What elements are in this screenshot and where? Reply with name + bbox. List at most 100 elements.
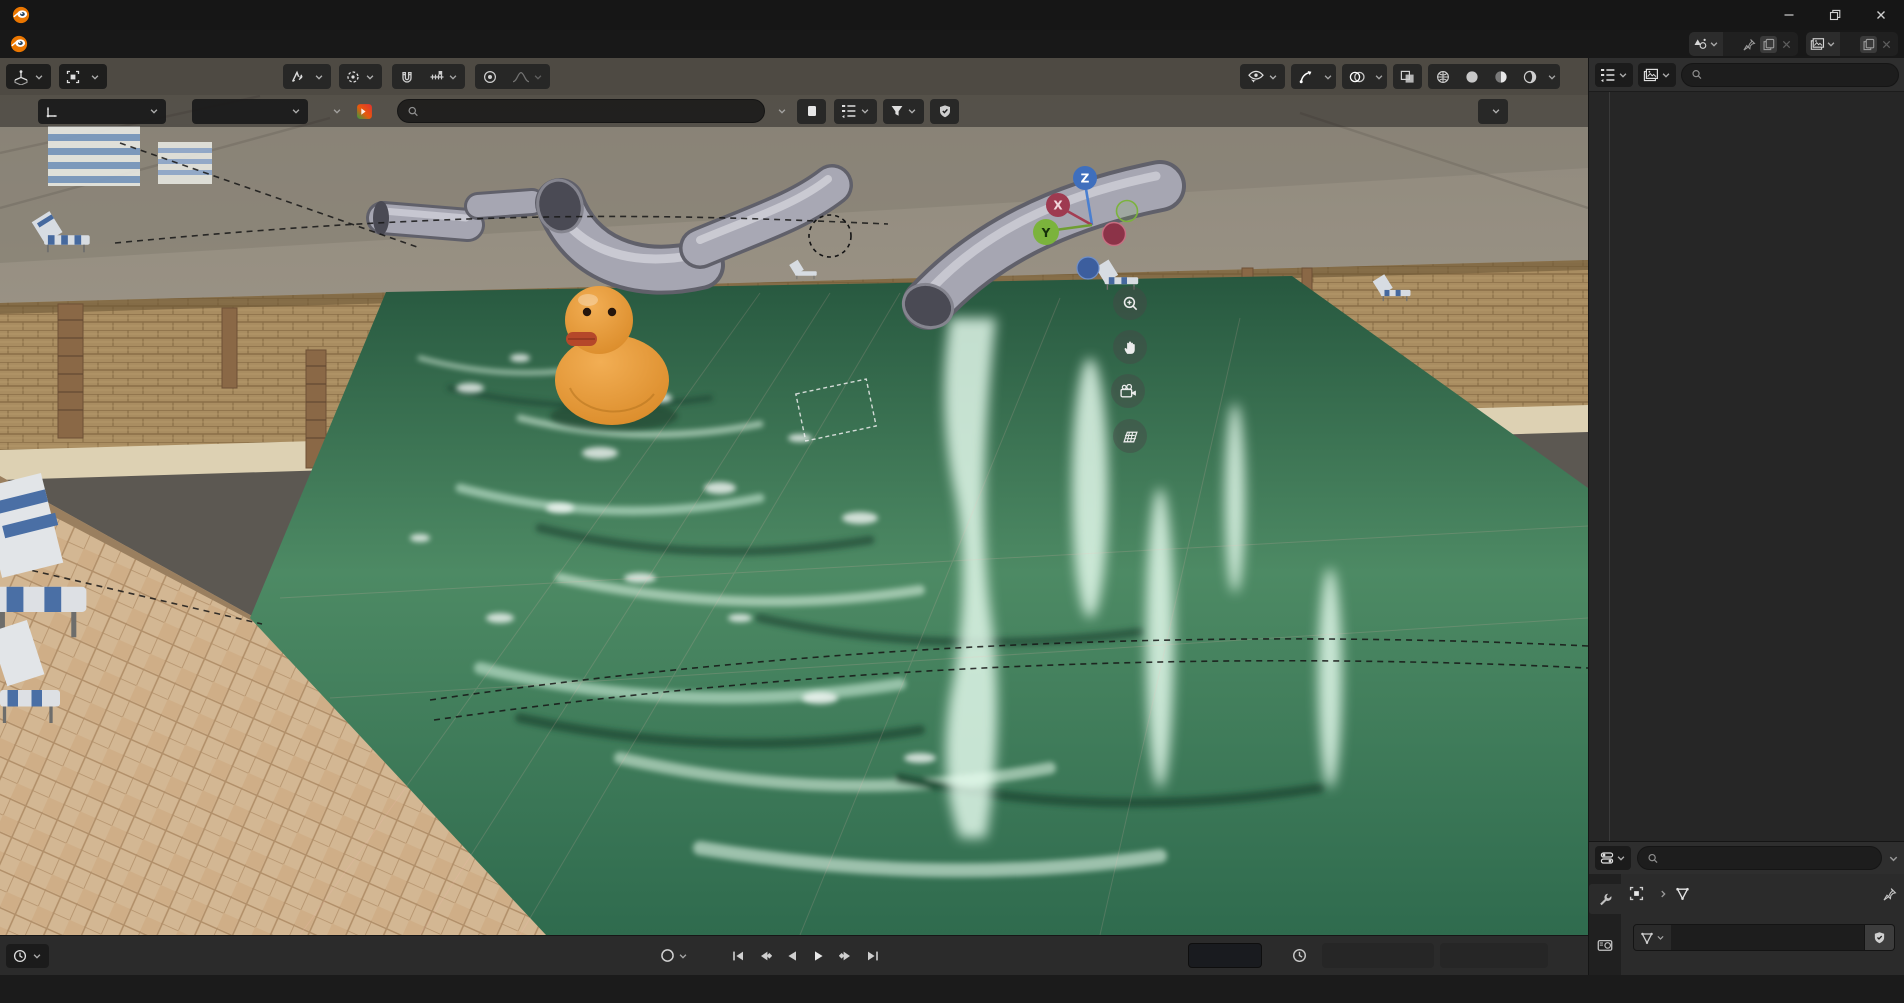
chevron-down-icon	[149, 106, 159, 116]
snap-target-dropdown[interactable]	[421, 64, 465, 89]
scene-selector[interactable]	[1689, 32, 1798, 56]
pivot-point-dropdown[interactable]	[339, 64, 382, 89]
tab-render-properties[interactable]	[1589, 930, 1621, 960]
ortho-grid-button[interactable]	[1113, 419, 1147, 453]
chevron-down-icon	[90, 72, 100, 82]
fake-user-toggle[interactable]	[1865, 924, 1895, 951]
overlays-dropdown[interactable]	[1371, 64, 1387, 89]
new-scene-button[interactable]	[1760, 36, 1777, 53]
viewport-3d[interactable]: Z X Y	[0, 58, 1588, 935]
blender-menu-icon[interactable]	[10, 35, 28, 53]
chevron-down-icon	[1826, 39, 1836, 49]
titlebar	[0, 0, 1904, 30]
editor-type-button[interactable]	[6, 64, 51, 89]
blender-logo-icon	[12, 6, 30, 24]
asset-search-input[interactable]	[425, 104, 755, 118]
shading-wireframe-button[interactable]	[1428, 64, 1457, 89]
outliner-search-input[interactable]	[1709, 68, 1889, 82]
minimize-button[interactable]	[1766, 0, 1812, 30]
pan-hand-button[interactable]	[1113, 330, 1147, 364]
falloff-dropdown[interactable]	[504, 64, 550, 89]
object-icon	[1629, 886, 1644, 901]
chevron-down-icon	[34, 72, 44, 82]
shading-solid-button[interactable]	[1457, 64, 1486, 89]
transform-orientation-dropdown[interactable]	[283, 64, 331, 89]
outliner-scope-button[interactable]	[1638, 63, 1676, 87]
mode-dropdown[interactable]	[59, 64, 107, 89]
list-filter-icon	[1600, 68, 1616, 82]
search-icon	[407, 105, 419, 118]
shading-rendered-button[interactable]	[1515, 64, 1544, 89]
overlays-toggle[interactable]	[1342, 64, 1371, 89]
viewlayer-selector[interactable]	[1806, 32, 1898, 56]
frame-start-field[interactable]	[1322, 943, 1434, 968]
chevron-down-icon[interactable]	[332, 106, 342, 116]
properties-editor-type-button[interactable]	[1595, 846, 1631, 870]
snap-controls	[392, 64, 465, 89]
shading-material-button[interactable]	[1486, 64, 1515, 89]
gizmos-toggle[interactable]	[1291, 64, 1320, 89]
filter-box-toggle[interactable]	[797, 99, 826, 124]
record-icon[interactable]	[660, 948, 675, 963]
gizmo-controls	[1291, 64, 1336, 89]
restore-button[interactable]	[1812, 0, 1858, 30]
datablock-name-row	[1633, 924, 1895, 951]
photos-icon	[1643, 68, 1659, 82]
gizmo-dropdown[interactable]	[1320, 64, 1336, 89]
close-icon[interactable]	[1881, 39, 1892, 50]
datablock-name-field[interactable]	[1633, 924, 1865, 951]
wrench-icon	[1598, 892, 1613, 907]
frame-end-field[interactable]	[1440, 943, 1548, 968]
properties-header	[1589, 842, 1904, 874]
chevron-down-icon[interactable]	[678, 951, 688, 961]
close-icon[interactable]	[1781, 39, 1792, 50]
zoom-button[interactable]	[1113, 286, 1147, 320]
xray-toggle[interactable]	[1393, 64, 1422, 89]
pin-icon[interactable]	[1743, 38, 1756, 51]
jump-to-start-button[interactable]	[725, 944, 750, 968]
play-reverse-button[interactable]	[779, 944, 804, 968]
tab-tool-properties[interactable]	[1589, 884, 1621, 914]
filter-dropdown[interactable]	[883, 99, 924, 124]
blenderkit-icon[interactable]	[356, 103, 373, 120]
axis-icon	[45, 104, 59, 118]
svg-text:X: X	[1053, 199, 1063, 213]
close-button[interactable]	[1858, 0, 1904, 30]
play-button[interactable]	[806, 944, 831, 968]
shading-dropdown[interactable]	[1544, 64, 1560, 89]
jump-to-end-button[interactable]	[860, 944, 885, 968]
scene-render[interactable]	[0, 58, 1588, 935]
current-frame-field[interactable]	[1188, 943, 1262, 968]
snap-toggle[interactable]	[392, 64, 421, 89]
next-keyframe-button[interactable]	[833, 944, 858, 968]
mesh-datablock-selector[interactable]	[1634, 925, 1671, 950]
pin-icon[interactable]	[1883, 887, 1897, 901]
navigation-gizmo[interactable]: Z X Y	[1028, 158, 1158, 283]
tool-settings-bar	[0, 95, 1588, 127]
properties-search-input[interactable]	[1665, 851, 1872, 865]
options-dropdown[interactable]	[1478, 99, 1508, 124]
camera-view-button[interactable]	[1111, 374, 1145, 408]
chevron-down-icon	[1709, 39, 1719, 49]
verified-toggle[interactable]	[930, 99, 959, 124]
chevron-down-icon	[1491, 106, 1501, 116]
collection-filter-dropdown[interactable]	[834, 99, 877, 124]
asset-search[interactable]	[397, 99, 765, 123]
properties-search[interactable]	[1637, 846, 1882, 870]
show-gizmo-dropdown[interactable]	[1240, 64, 1285, 89]
orientation-dropdown[interactable]	[38, 99, 166, 124]
use-preview-range-toggle[interactable]	[1292, 948, 1307, 963]
proportional-edit-toggle[interactable]	[475, 64, 504, 89]
new-viewlayer-button[interactable]	[1860, 36, 1877, 53]
chevron-down-icon[interactable]	[1888, 853, 1899, 864]
drag-dropdown[interactable]	[192, 99, 308, 124]
chevron-down-icon	[291, 106, 301, 116]
chevron-down-icon[interactable]	[777, 106, 787, 116]
funnel-icon	[890, 104, 904, 118]
outliner-search[interactable]	[1681, 63, 1899, 87]
svg-text:Z: Z	[1081, 172, 1090, 186]
previous-keyframe-button[interactable]	[752, 944, 777, 968]
shield-icon	[1873, 931, 1886, 944]
timeline-editor-type-button[interactable]	[6, 944, 49, 968]
outliner-display-mode-button[interactable]	[1595, 63, 1633, 87]
